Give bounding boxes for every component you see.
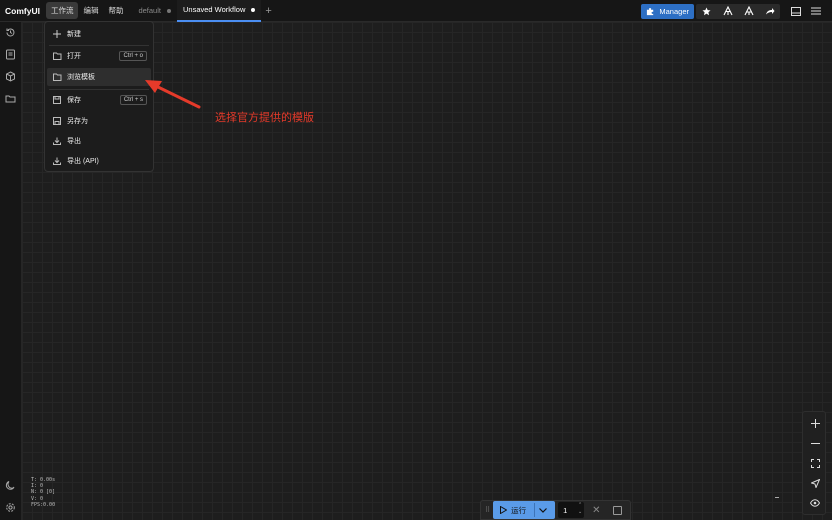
top-bar: ComfyUI 工作流 编辑 帮助 default Unsaved Workfl… <box>0 0 832 22</box>
menu-item-browse-templates[interactable]: 浏览模板 <box>47 68 151 86</box>
menu-item-label: 保存 <box>67 97 81 104</box>
fit-view-icon[interactable] <box>809 457 821 469</box>
folder-open-icon <box>53 73 63 81</box>
play-icon <box>500 506 508 514</box>
menu-workflow[interactable]: 工作流 <box>45 2 79 19</box>
stop-square-icon[interactable] <box>612 505 622 515</box>
plus-icon <box>53 30 63 38</box>
manager-label: Manager <box>659 6 689 16</box>
menu-item-open[interactable]: 打开 Ctrl + o <box>47 47 151 65</box>
zoom-out-minus-icon[interactable] <box>809 437 821 449</box>
cancel-x-icon[interactable]: ✕ <box>592 505 600 516</box>
visibility-eye-icon[interactable] <box>809 497 821 509</box>
menu-item-save-as[interactable]: 另存为 <box>47 112 151 130</box>
workflows-folder-icon[interactable] <box>5 93 17 105</box>
save-as-icon <box>53 117 63 125</box>
menu-item-export[interactable]: 导出 <box>47 132 151 150</box>
queue-run-bar: ⠿ 运行 1 ⌃ ⌄ ✕ <box>480 500 631 520</box>
right-toolbar: Manager <box>641 0 832 22</box>
folder-open-icon <box>53 52 63 60</box>
model-library-icon[interactable] <box>5 71 17 83</box>
pointer-navigate-icon[interactable] <box>809 477 821 489</box>
menu-edit[interactable]: 编辑 <box>78 2 103 19</box>
stat-n: N: 0 [0] <box>31 489 56 496</box>
history-icon[interactable] <box>5 27 17 39</box>
tab-default[interactable]: default <box>132 0 177 22</box>
zoom-controls <box>802 411 826 515</box>
menu-item-label: 打开 <box>67 53 81 60</box>
chevron-down-icon[interactable]: ⌄ <box>578 509 582 516</box>
chevron-up-icon[interactable]: ⌃ <box>578 502 582 509</box>
menu-item-label: 浏览模板 <box>67 74 95 81</box>
theme-moon-icon[interactable] <box>5 480 17 492</box>
tab-label: default <box>138 6 161 15</box>
run-button[interactable]: 运行 <box>493 501 556 519</box>
hamburger-menu-icon[interactable] <box>806 4 826 19</box>
annotation-arrow-icon <box>145 80 201 109</box>
tool-group <box>696 3 780 19</box>
menu-item-export-api[interactable]: 导出 (API) <box>47 152 151 170</box>
star-icon[interactable] <box>696 4 717 19</box>
menu-help[interactable]: 帮助 <box>103 2 128 19</box>
download-icon <box>53 157 63 165</box>
model-alt-icon[interactable] <box>738 4 759 19</box>
chevron-down-icon[interactable] <box>539 507 548 513</box>
tab-unsaved-workflow[interactable]: Unsaved Workflow <box>176 0 262 22</box>
menu-item-new[interactable]: 新建 <box>47 25 151 43</box>
stat-fps: FPS:0.00 <box>31 501 56 508</box>
left-sidebar <box>0 22 22 520</box>
app-logo: ComfyUI <box>5 5 40 16</box>
minimap-indicator <box>775 497 779 498</box>
download-icon <box>53 137 63 145</box>
batch-count-input[interactable]: 1 ⌃ ⌄ <box>558 502 585 518</box>
panel-toggle-icon[interactable] <box>786 4 806 19</box>
render-stats: T: 0.00s I: 0 N: 0 [0] V: 0 FPS:0.00 <box>31 477 55 508</box>
annotation-text: 选择官方提供的模版 <box>215 111 314 124</box>
menu-item-save[interactable]: 保存 Ctrl + s <box>47 91 151 109</box>
menu-item-label: 另存为 <box>67 118 88 125</box>
tab-label: Unsaved Workflow <box>182 5 246 14</box>
batch-count-value: 1 <box>563 505 568 515</box>
run-label: 运行 <box>511 505 527 515</box>
run-button-divider <box>534 503 536 517</box>
menu-item-label: 导出 <box>67 138 81 145</box>
node-library-icon[interactable] <box>5 49 17 61</box>
manager-button[interactable]: Manager <box>641 3 694 19</box>
model-icon[interactable] <box>717 4 738 19</box>
new-tab-plus-icon[interactable]: + <box>265 5 271 17</box>
tab-dot-icon <box>166 8 171 13</box>
menu-separator <box>49 89 149 90</box>
unsaved-dot-icon <box>251 7 256 12</box>
workflow-dropdown-menu: 新建 打开 Ctrl + o 浏览模板 保存 Ctrl + s 另存为 导出 导… <box>44 21 154 172</box>
shortcut-badge: Ctrl + o <box>119 51 147 61</box>
drag-handle-icon[interactable]: ⠿ <box>485 506 490 514</box>
share-icon[interactable] <box>759 4 780 19</box>
count-stepper[interactable]: ⌃ ⌄ <box>578 502 582 516</box>
zoom-in-plus-icon[interactable] <box>809 417 821 429</box>
menu-item-label: 新建 <box>67 31 81 38</box>
puzzle-icon <box>647 7 654 15</box>
save-icon <box>53 96 63 104</box>
settings-gear-icon[interactable] <box>5 502 17 514</box>
menu-separator <box>49 45 149 46</box>
menu-item-label: 导出 (API) <box>67 158 99 165</box>
